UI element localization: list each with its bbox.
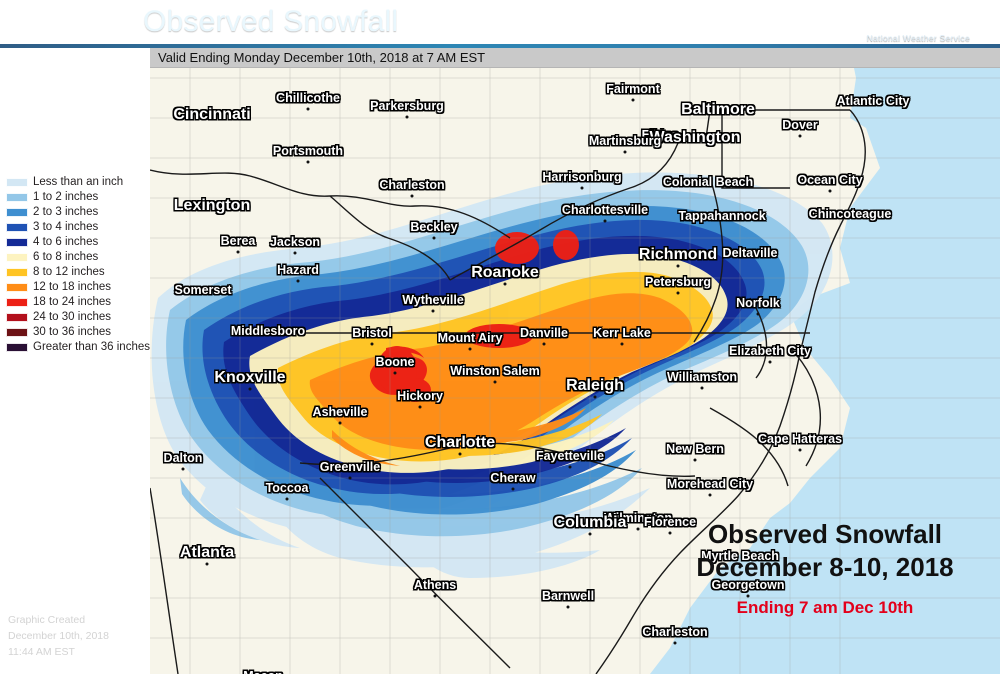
city-marker-dot <box>503 282 507 286</box>
legend-label: 4 to 6 inches <box>33 236 99 248</box>
city-marker-dot <box>700 386 704 390</box>
city-marker-dot <box>631 98 635 102</box>
legend-color-swatch <box>6 238 28 247</box>
city-marker-dot <box>370 342 374 346</box>
legend-color-swatch <box>6 313 28 322</box>
graphic-created-stamp: Graphic Created December 10th, 2018 11:4… <box>8 612 148 660</box>
city-marker-dot <box>693 458 697 462</box>
legend-label: 2 to 3 inches <box>33 206 99 218</box>
city-marker-dot <box>593 395 597 399</box>
city-marker-dot <box>418 405 422 409</box>
legend-row: Less than an inch <box>6 175 156 190</box>
city-marker-dot <box>568 465 572 469</box>
city-marker-dot <box>248 387 252 391</box>
city-marker-dot <box>798 134 802 138</box>
city-marker-dot <box>458 452 462 456</box>
legend-color-swatch <box>6 193 28 202</box>
legend-label: 8 to 12 inches <box>33 266 105 278</box>
valid-ending-text: Valid Ending Monday December 10th, 2018 … <box>158 50 486 65</box>
city-marker-dot <box>798 448 802 452</box>
legend-label: 3 to 4 inches <box>33 221 99 233</box>
legend-label: Less than an inch <box>33 176 124 188</box>
valid-ending-banner: Valid Ending Monday December 10th, 2018 … <box>150 48 1000 68</box>
city-marker-dot <box>676 264 680 268</box>
legend-label: 30 to 36 inches <box>33 326 112 338</box>
legend-label: Greater than 36 inches <box>33 341 150 353</box>
city-marker-dot <box>566 605 570 609</box>
legend-color-swatch <box>6 268 28 277</box>
city-marker-dot <box>673 641 677 645</box>
legend-row: 12 to 18 inches <box>6 280 156 295</box>
city-marker-dot <box>205 562 209 566</box>
city-marker-dot <box>293 251 297 255</box>
legend-row: 2 to 3 inches <box>6 205 156 220</box>
city-marker-dot <box>708 493 712 497</box>
city-marker-dot <box>493 380 497 384</box>
legend-color-swatch <box>6 328 28 337</box>
legend-row: 18 to 24 inches <box>6 295 156 310</box>
city-marker-dot <box>768 360 772 364</box>
city-marker-dot <box>296 279 300 283</box>
city-marker-dot <box>393 371 397 375</box>
city-marker-dot <box>658 144 662 148</box>
city-marker-dot <box>620 342 624 346</box>
caption-line-3: Ending 7 am Dec 10th <box>736 598 914 617</box>
city-marker-dot <box>468 347 472 351</box>
legend-row: 8 to 12 inches <box>6 265 156 280</box>
legend-label: 12 to 18 inches <box>33 281 112 293</box>
graphic-created-line2: December 10th, 2018 <box>8 630 109 642</box>
city-marker-dot <box>636 527 640 531</box>
legend-label: 1 to 2 inches <box>33 191 99 203</box>
legend-row: 4 to 6 inches <box>6 235 156 250</box>
city-marker-dot <box>181 467 185 471</box>
legend-color-swatch <box>6 343 28 352</box>
city-marker-dot <box>348 476 352 480</box>
legend-color-swatch <box>6 298 28 307</box>
city-marker-dot <box>511 487 515 491</box>
city-marker-dot <box>431 309 435 313</box>
map-caption: Observed Snowfall December 8-10, 2018 En… <box>660 518 990 618</box>
legend-row: 3 to 4 inches <box>6 220 156 235</box>
legend-color-swatch <box>6 283 28 292</box>
legend-label: 24 to 30 inches <box>33 311 112 323</box>
legend-row: 24 to 30 inches <box>6 310 156 325</box>
legend-label: 6 to 8 inches <box>33 251 99 263</box>
snowfall-legend: Less than an inch 1 to 2 inches 2 to 3 inc… <box>6 175 156 355</box>
city-marker-dot <box>285 497 289 501</box>
city-marker-dot <box>306 160 310 164</box>
graphic-created-line1: Graphic Created <box>8 614 86 626</box>
city-marker-dot <box>338 421 342 425</box>
city-marker-dot <box>542 342 546 346</box>
city-marker-dot <box>236 250 240 254</box>
legend-row: 30 to 36 inches <box>6 325 156 340</box>
snowfall-map-page: Observed Snowfall National Weather Servi… <box>0 0 1000 674</box>
legend-label: 18 to 24 inches <box>33 296 112 308</box>
city-marker-dot <box>676 291 680 295</box>
city-marker-dot <box>603 219 607 223</box>
city-marker-dot <box>588 532 592 536</box>
city-marker-dot <box>433 594 437 598</box>
city-marker-dot <box>756 312 760 316</box>
legend-color-swatch <box>6 223 28 232</box>
legend-row: 6 to 8 inches <box>6 250 156 265</box>
city-marker-dot <box>410 194 414 198</box>
legend-color-swatch <box>6 178 28 187</box>
city-marker-dot <box>580 186 584 190</box>
legend-row: Greater than 36 inches <box>6 340 156 355</box>
city-marker-dot <box>306 107 310 111</box>
graphic-created-line3: 11:44 AM EST <box>8 646 75 658</box>
legend-row: 1 to 2 inches <box>6 190 156 205</box>
legend-color-swatch <box>6 253 28 262</box>
caption-line-1: Observed Snowfall <box>707 519 943 549</box>
city-marker-dot <box>405 115 409 119</box>
page-title: Observed Snowfall <box>143 5 399 38</box>
city-marker-dot <box>623 150 627 154</box>
city-marker-dot <box>828 189 832 193</box>
nws-logo-label: National Weather Service <box>866 33 970 43</box>
caption-line-2: December 8-10, 2018 <box>696 552 954 582</box>
legend-color-swatch <box>6 208 28 217</box>
city-marker-dot <box>432 236 436 240</box>
